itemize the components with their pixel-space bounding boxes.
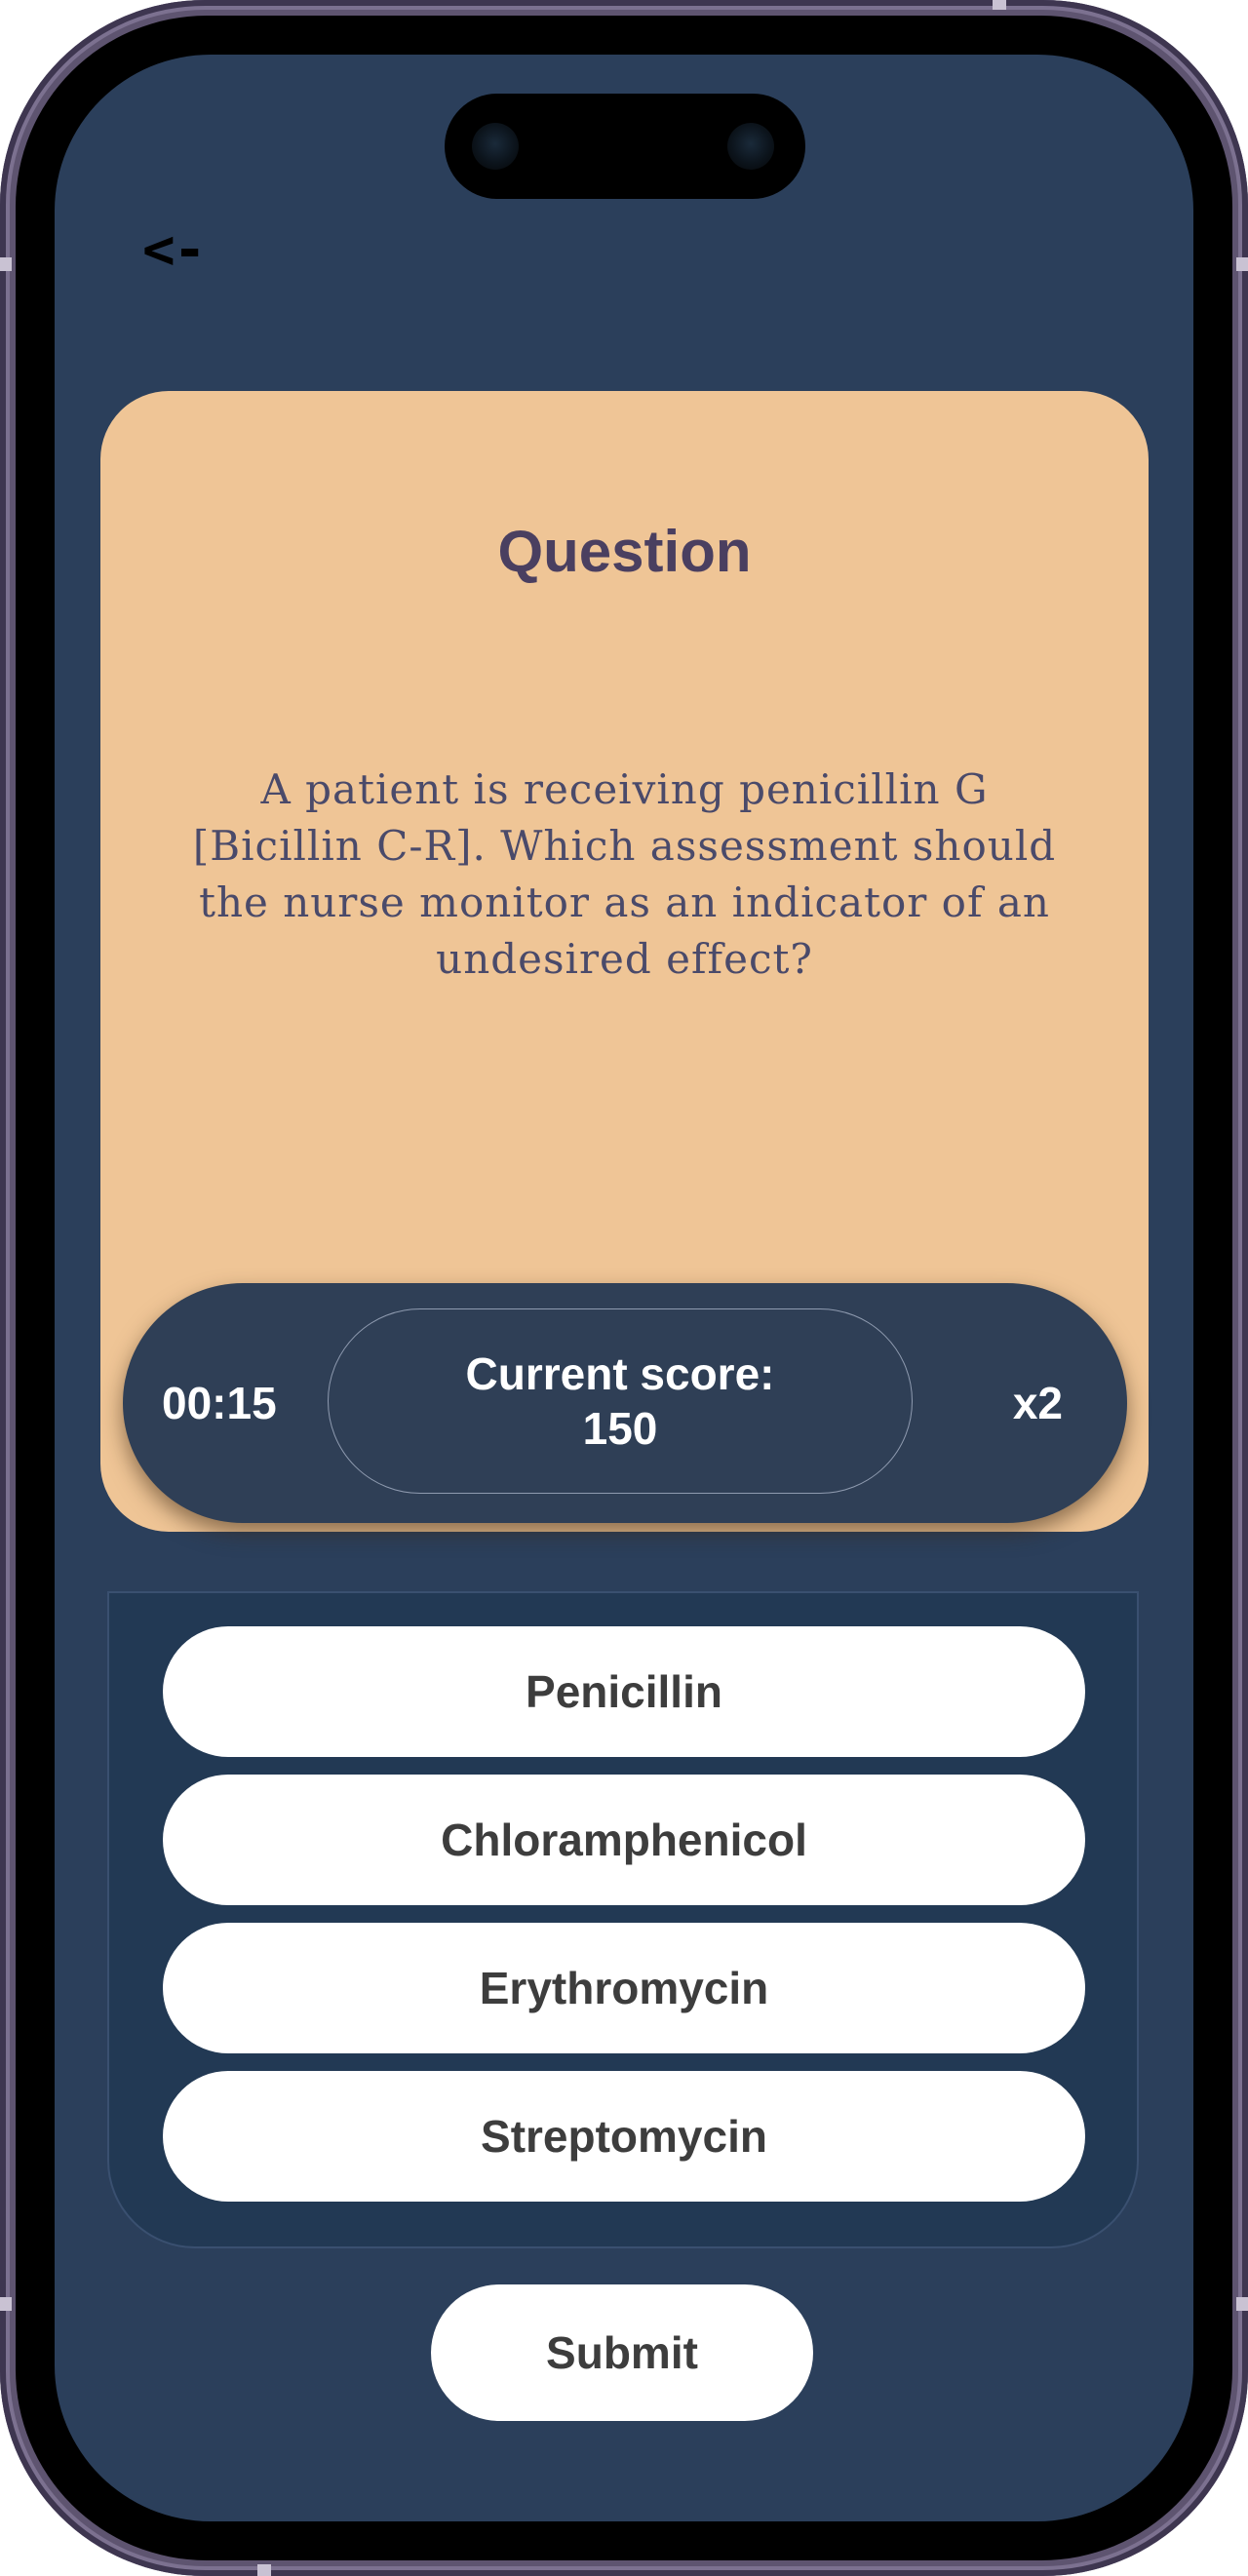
question-text: A patient is receiving penicillin G [Bic…	[192, 765, 1057, 983]
timer: 00:15	[162, 1378, 277, 1428]
back-button[interactable]: <-	[142, 218, 206, 282]
score-multiplier: x2	[1012, 1378, 1063, 1428]
side-button	[0, 2297, 12, 2311]
side-button	[1236, 257, 1248, 271]
camera-icon	[472, 123, 519, 170]
answers-panel: Penicillin Chloramphenicol Erythromycin …	[107, 1591, 1139, 2248]
answer-option[interactable]: Chloramphenicol	[163, 1775, 1085, 1905]
question-title: Question	[497, 519, 752, 584]
score-value: 150	[582, 1403, 658, 1454]
answer-option[interactable]: Streptomycin	[163, 2071, 1085, 2202]
status-bar: 00:15 Current score: 150 x2	[123, 1283, 1127, 1523]
answer-option[interactable]: Erythromycin	[163, 1923, 1085, 2053]
side-button	[993, 0, 1006, 10]
side-button	[257, 2564, 271, 2576]
app-screen: <- Question A patient is receiving penic…	[55, 55, 1193, 2521]
side-button	[1236, 2297, 1248, 2311]
answer-option[interactable]: Penicillin	[163, 1626, 1085, 1757]
side-button	[0, 257, 12, 271]
score-label: Current score:	[465, 1348, 775, 1399]
sensor-icon	[727, 123, 774, 170]
dynamic-island	[445, 94, 805, 199]
score-display: Current score: 150	[328, 1308, 913, 1494]
submit-button[interactable]: Submit	[431, 2284, 813, 2421]
